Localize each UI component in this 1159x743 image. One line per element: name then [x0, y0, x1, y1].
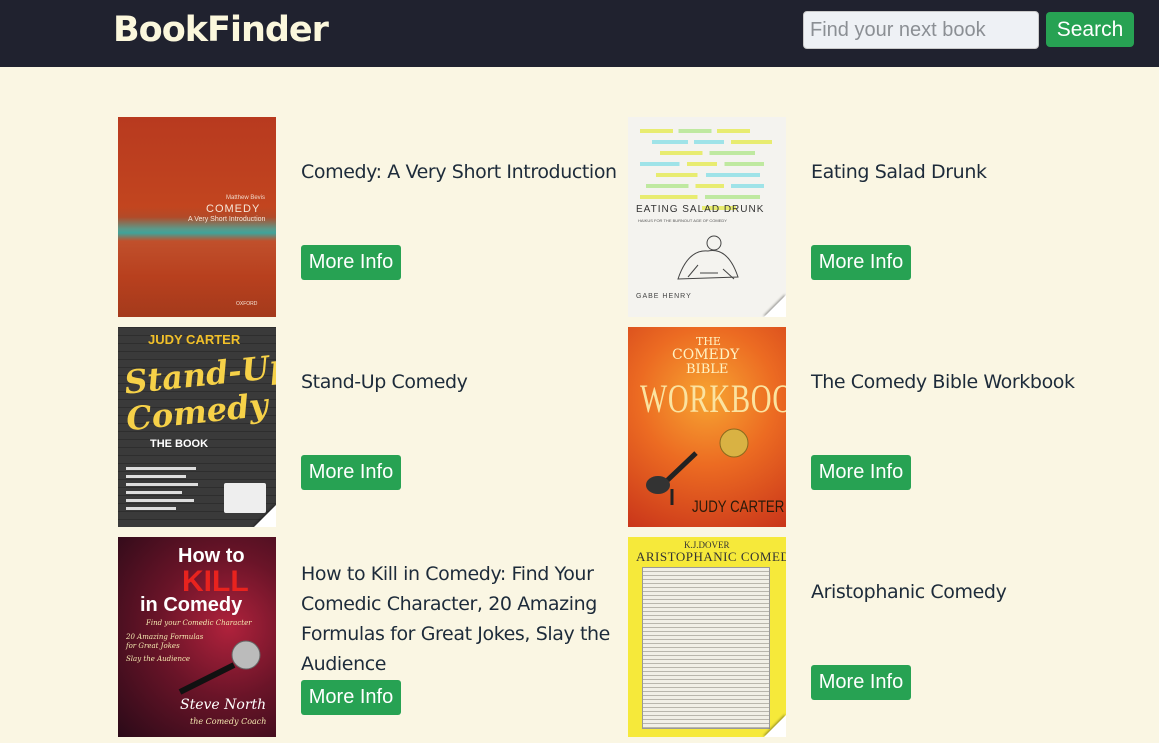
book-card: THE COMEDY BIBLE WORKBOOK JUDY CARTER Th…: [628, 327, 1133, 527]
cover-author: Matthew Bevis: [226, 195, 266, 201]
book-cover[interactable]: K.J.DOVER ARISTOPHANIC COMEDY: [628, 537, 786, 737]
book-card: K.J.DOVER ARISTOPHANIC COMEDY Aristophan…: [628, 537, 1133, 737]
microphone-icon: [646, 428, 749, 505]
navbar: BookFinder Search: [0, 0, 1159, 67]
book-card: How to KILL in Comedy Find your Comedic …: [118, 537, 623, 743]
book-title: Stand-Up Comedy: [301, 371, 468, 393]
book-card: EATING SALAD DRUNK HAIKUS FOR THE BURNOU…: [628, 117, 1133, 317]
more-info-button[interactable]: More Info: [811, 245, 911, 280]
book-cover[interactable]: Matthew Bevis COMEDY A Very Short Introd…: [118, 117, 276, 317]
book-cover[interactable]: How to KILL in Comedy Find your Comedic …: [118, 537, 276, 737]
brand-logo[interactable]: BookFinder: [113, 10, 329, 50]
cover-tagline: the Comedy Coach: [190, 717, 267, 726]
book-card: Matthew Bevis COMEDY A Very Short Introd…: [118, 117, 623, 317]
cover-title-line3: in Comedy: [140, 594, 243, 616]
book-title: Comedy: A Very Short Introduction: [301, 161, 617, 183]
more-info-button[interactable]: More Info: [301, 245, 401, 280]
cover-illustration: [677, 235, 739, 280]
cover-author: JUDY CARTER: [148, 332, 241, 347]
cover-manuscript: [642, 567, 770, 729]
cover-subtitle: A Very Short Introduction: [188, 216, 266, 223]
cover-title: ARISTOPHANIC COMEDY: [636, 549, 786, 564]
cover-publisher: OXFORD: [236, 301, 258, 307]
cover-subtitle: HAIKUS FOR THE BURNOUT AGE OF COMEDY: [638, 218, 727, 223]
book-cover[interactable]: JUDY CARTER Stand-Up Comedy THE BOOK: [118, 327, 276, 527]
cover-name-highlights: [640, 129, 772, 210]
book-card: JUDY CARTER Stand-Up Comedy THE BOOK Sta…: [118, 327, 623, 527]
book-cover[interactable]: EATING SALAD DRUNK HAIKUS FOR THE BURNOU…: [628, 117, 786, 317]
more-info-button[interactable]: More Info: [811, 455, 911, 490]
cover-bullets: [126, 467, 202, 510]
more-info-button[interactable]: More Info: [301, 680, 401, 715]
cover-title-main: WORKBOOK: [640, 376, 786, 421]
book-title: How to Kill in Comedy: Find Your Comedic…: [301, 563, 610, 675]
page-curl: [764, 295, 786, 317]
cover-title: COMEDY: [206, 203, 261, 215]
cover-author: JUDY CARTER: [692, 497, 785, 516]
book-title: Aristophanic Comedy: [811, 581, 1007, 603]
page-curl: [764, 715, 786, 737]
cover-subtitle-1: Find your Comedic Character: [146, 619, 252, 627]
cover-subtitle: THE BOOK: [150, 438, 209, 450]
search-input[interactable]: [803, 11, 1039, 49]
search-button[interactable]: Search: [1046, 12, 1134, 47]
page-curl: [254, 505, 276, 527]
cover-title: EATING SALAD DRUNK: [636, 204, 765, 215]
microphone-icon: [178, 640, 261, 695]
more-info-button[interactable]: More Info: [301, 455, 401, 490]
cover-title-line2: COMEDY: [672, 347, 740, 363]
book-title: The Comedy Bible Workbook: [811, 371, 1075, 393]
cover-author: Steve North: [180, 697, 267, 713]
book-cover[interactable]: THE COMEDY BIBLE WORKBOOK JUDY CARTER: [628, 327, 786, 527]
cover-author: GABE HENRY: [636, 293, 692, 300]
more-info-button[interactable]: More Info: [811, 665, 911, 700]
book-title: Eating Salad Drunk: [811, 161, 987, 183]
